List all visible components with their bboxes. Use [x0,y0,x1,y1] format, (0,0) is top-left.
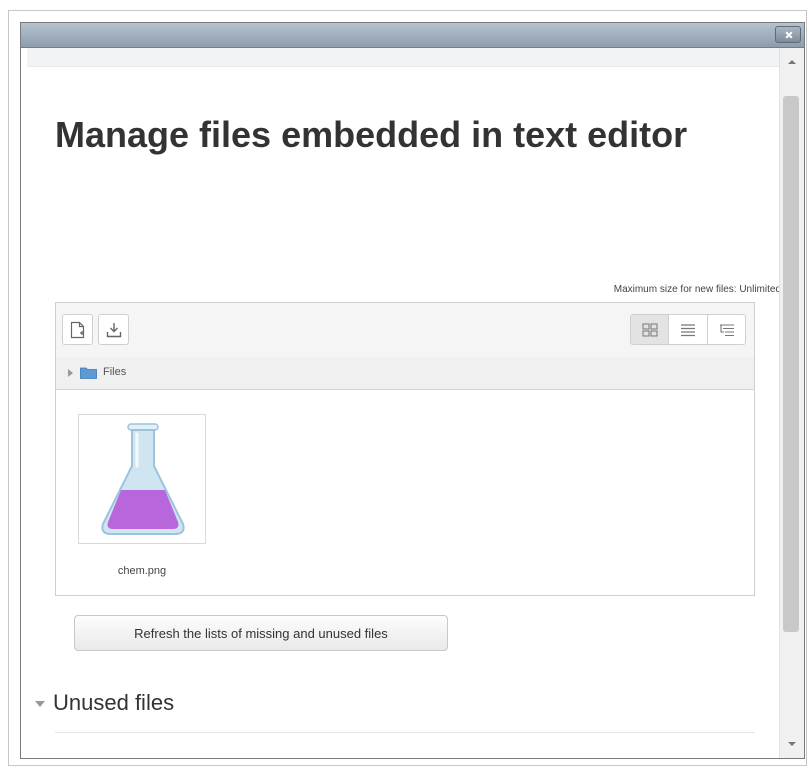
download-button[interactable] [98,314,129,345]
view-switcher [630,314,746,345]
add-file-button[interactable] [62,314,93,345]
collapse-arrow-icon[interactable] [35,701,45,707]
grid-view-icon [642,323,658,337]
file-manager-toolbar [56,303,754,358]
refresh-lists-button[interactable]: Refresh the lists of missing and unused … [74,615,448,651]
dialog-titlebar[interactable] [21,23,804,48]
scroll-up-arrow-icon[interactable] [788,60,796,64]
unused-files-heading[interactable]: Unused files [53,690,174,716]
add-file-icon [70,321,85,339]
scrollbar-thumb[interactable] [783,96,799,632]
flask-icon [101,423,185,535]
dialog-content: Manage files embedded in text editor Max… [21,48,781,758]
breadcrumb: Files [56,357,754,390]
tree-view-icon [719,324,734,337]
expand-arrow-icon[interactable] [68,369,73,377]
tree-view-button[interactable] [708,315,745,344]
vertical-scrollbar[interactable] [779,48,804,758]
content-top-band [27,48,781,67]
download-icon [106,323,122,338]
list-view-icon [681,324,696,337]
scroll-down-arrow-icon[interactable] [788,742,796,746]
folder-icon [80,367,97,379]
close-button[interactable] [775,26,801,43]
list-view-button[interactable] [669,315,708,344]
dialog-window: Manage files embedded in text editor Max… [20,22,805,759]
file-manager: Files chem.png [55,302,755,596]
max-size-label: Maximum size for new files: Unlimited [613,284,781,295]
grid-view-button[interactable] [631,315,670,344]
section-divider [55,732,755,733]
file-thumbnail[interactable] [78,414,206,544]
breadcrumb-files[interactable]: Files [103,366,126,378]
page-title: Manage files embedded in text editor [55,114,688,155]
file-name[interactable]: chem.png [78,565,206,577]
